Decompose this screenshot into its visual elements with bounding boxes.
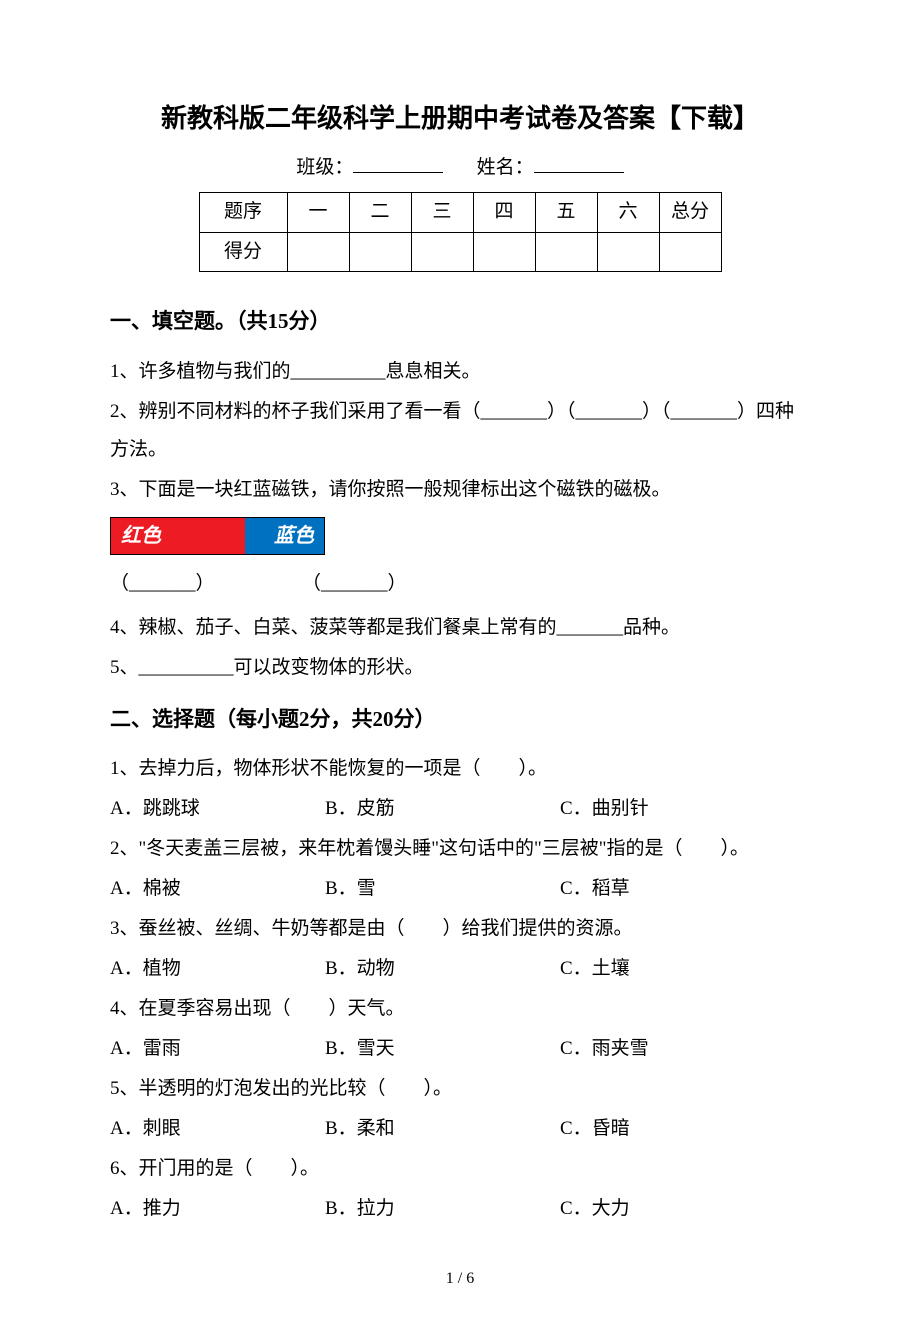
s2-q4-a[interactable]: A．雷雨 (110, 1030, 325, 1068)
cell-header: 一 (287, 192, 349, 232)
cell-header: 三 (411, 192, 473, 232)
magnet-blank-right[interactable]: （_______） (302, 573, 407, 594)
cell-header-label: 题序 (199, 192, 287, 232)
class-blank[interactable] (353, 154, 443, 173)
s1-q1: 1、许多植物与我们的__________息息相关。 (110, 353, 810, 391)
s2-q5-a[interactable]: A．刺眼 (110, 1110, 325, 1148)
table-row: 题序 一 二 三 四 五 六 总分 (199, 192, 721, 232)
s2-q6-c[interactable]: C．大力 (560, 1190, 810, 1228)
cell-header: 四 (473, 192, 535, 232)
s2-q3-c[interactable]: C．土壤 (560, 950, 810, 988)
s2-q3-stem: 3、蚕丝被、丝绸、牛奶等都是由（ ）给我们提供的资源。 (110, 910, 810, 948)
s2-q4-b[interactable]: B．雪天 (325, 1030, 560, 1068)
page-number: 1 / 6 (110, 1268, 810, 1290)
cell-score-label: 得分 (199, 232, 287, 272)
cell-score[interactable] (473, 232, 535, 272)
s2-q1-options: A．跳跳球 B．皮筋 C．曲别针 (110, 790, 810, 828)
s2-q6-a[interactable]: A．推力 (110, 1190, 325, 1228)
s2-q3-b[interactable]: B．动物 (325, 950, 560, 988)
cell-score[interactable] (349, 232, 411, 272)
cell-header: 总分 (659, 192, 721, 232)
s2-q4-c[interactable]: C．雨夹雪 (560, 1030, 810, 1068)
s2-q2-stem: 2、"冬天麦盖三层被，来年枕着馒头睡"这句话中的"三层被"指的是（ ）。 (110, 830, 810, 868)
s2-q5-c[interactable]: C．昏暗 (560, 1110, 810, 1148)
s2-q5-options: A．刺眼 B．柔和 C．昏暗 (110, 1110, 810, 1148)
magnet-blank-left[interactable]: （_______） (110, 573, 215, 594)
cell-score[interactable] (287, 232, 349, 272)
class-name-row: 班级： 姓名： (110, 154, 810, 182)
s2-q1-a[interactable]: A．跳跳球 (110, 790, 325, 828)
name-label: 姓名： (477, 157, 534, 178)
s2-q6-options: A．推力 B．拉力 C．大力 (110, 1190, 810, 1228)
cell-score[interactable] (411, 232, 473, 272)
s2-q5-stem: 5、半透明的灯泡发出的光比较（ ）。 (110, 1070, 810, 1108)
s2-q2-a[interactable]: A．棉被 (110, 870, 325, 908)
s2-q4-stem: 4、在夏季容易出现（ ）天气。 (110, 990, 810, 1028)
s1-q4: 4、辣椒、茄子、白菜、菠菜等都是我们餐桌上常有的_______品种。 (110, 609, 810, 647)
s2-q1-c[interactable]: C．曲别针 (560, 790, 810, 828)
cell-header: 六 (597, 192, 659, 232)
s2-q3-options: A．植物 B．动物 C．土壤 (110, 950, 810, 988)
s2-q6-stem: 6、开门用的是（ ）。 (110, 1150, 810, 1188)
s1-q2: 2、辨别不同材料的杯子我们采用了看一看（_______）（_______）（__… (110, 393, 810, 469)
score-table: 题序 一 二 三 四 五 六 总分 得分 (199, 192, 722, 272)
table-row: 得分 (199, 232, 721, 272)
s1-q3: 3、下面是一块红蓝磁铁，请你按照一般规律标出这个磁铁的磁极。 (110, 471, 810, 509)
magnet-blue-half: 蓝色 (245, 517, 325, 555)
s2-q2-options: A．棉被 B．雪 C．稻草 (110, 870, 810, 908)
s2-q2-c[interactable]: C．稻草 (560, 870, 810, 908)
s2-q1-b[interactable]: B．皮筋 (325, 790, 560, 828)
cell-score[interactable] (659, 232, 721, 272)
magnet-blanks: （_______） （_______） (110, 565, 810, 603)
cell-score[interactable] (535, 232, 597, 272)
s2-q3-a[interactable]: A．植物 (110, 950, 325, 988)
name-blank[interactable] (534, 154, 624, 173)
cell-header: 五 (535, 192, 597, 232)
cell-score[interactable] (597, 232, 659, 272)
s2-q2-b[interactable]: B．雪 (325, 870, 560, 908)
class-label: 班级： (296, 157, 353, 178)
section-2-heading: 二、选择题（每小题2分，共20分） (110, 705, 810, 734)
s2-q5-b[interactable]: B．柔和 (325, 1110, 560, 1148)
s2-q6-b[interactable]: B．拉力 (325, 1190, 560, 1228)
s2-q1-stem: 1、去掉力后，物体形状不能恢复的一项是（ ）。 (110, 750, 810, 788)
magnet-red-half: 红色 (110, 517, 245, 555)
magnet-diagram: 红色 蓝色 (110, 517, 810, 555)
cell-header: 二 (349, 192, 411, 232)
s2-q4-options: A．雷雨 B．雪天 C．雨夹雪 (110, 1030, 810, 1068)
section-1-heading: 一、填空题。（共15分） (110, 307, 810, 336)
s1-q5: 5、__________可以改变物体的形状。 (110, 649, 810, 687)
page-title: 新教科版二年级科学上册期中考试卷及答案【下载】 (110, 100, 810, 136)
